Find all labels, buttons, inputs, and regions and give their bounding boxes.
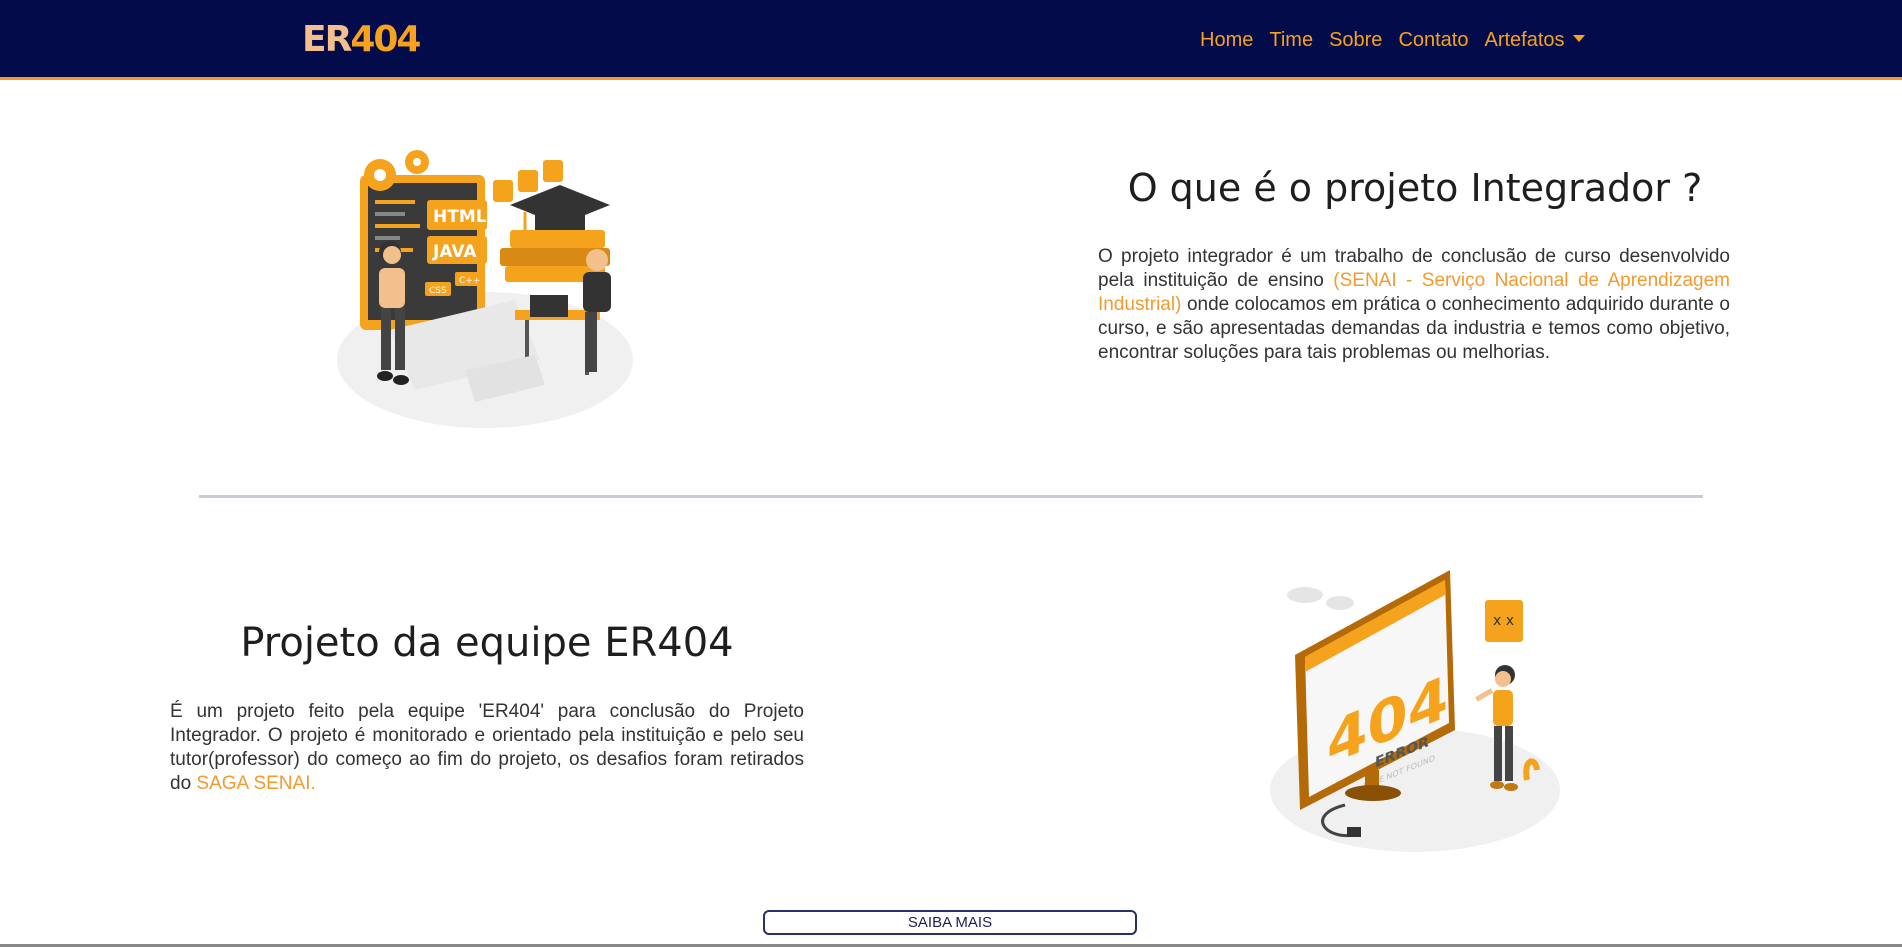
section2-text: É um projeto feito pela equipe 'ER404' p… [170,700,804,796]
section-divider [199,495,1703,498]
nav-artefatos-label: Artefatos [1484,29,1565,51]
nav-contato[interactable]: Contato [1398,26,1468,54]
css-label: CSS [429,286,447,296]
section1-text-after: onde colocamos em prática o conhecimento… [1098,294,1730,363]
nav-artefatos-dropdown[interactable]: Artefatos [1485,26,1585,54]
nav-time[interactable]: Time [1269,26,1313,54]
brand-logo[interactable]: ER404 [302,18,421,60]
coding-illustration: HTML JAVA CSS C++ [337,150,633,428]
section1-text: O projeto integrador é um trabalho de co… [1098,245,1730,365]
saiba-mais-button[interactable]: SAIBA MAIS [763,910,1137,935]
error-404-illustration: 404 ERROR PAGE NOT FOUND x x [1270,570,1560,852]
nav-links: Home Time Sobre Contato Artefatos [1200,26,1585,54]
sad-face-icon: x x [1493,613,1514,629]
nav-home[interactable]: Home [1200,26,1253,54]
caret-down-icon [1572,35,1585,42]
navbar: ER404 Home Time Sobre Contato Artefatos [0,0,1902,80]
logo-er: ER [302,19,352,60]
section1-title: O que é o projeto Integrador ? [1127,166,1703,210]
html-label: HTML [433,207,487,227]
java-label: JAVA [432,242,477,262]
cpp-label: C++ [459,276,480,286]
saga-senai-highlight: SAGA SENAI. [196,773,316,794]
nav-sobre[interactable]: Sobre [1329,26,1382,54]
section2-title: Projeto da equipe ER404 [240,620,734,666]
logo-404: 404 [350,19,421,60]
